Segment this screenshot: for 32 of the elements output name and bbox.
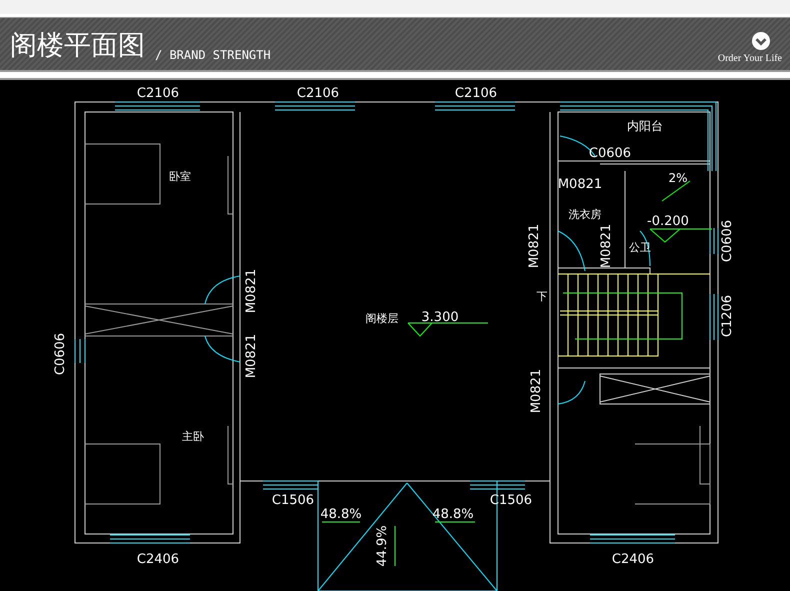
chevron-down-icon[interactable] (752, 32, 770, 50)
brand-subtitle: / BRAND STRENGTH (155, 48, 271, 62)
plan-label: M0821 (527, 224, 542, 268)
plan-label: M0821 (244, 268, 259, 314)
plan-label: 2% (668, 171, 688, 185)
plan-label: C2106 (454, 86, 498, 101)
plan-label: C0606 (720, 220, 735, 262)
plan-label: C2406 (612, 552, 654, 567)
page-title: 阁楼平面图 (10, 29, 145, 63)
plan-label: 卧室 (169, 170, 191, 183)
plan-label: -0.200 (647, 214, 689, 229)
plan-label: 48.8% (432, 507, 474, 522)
plan-label: 下 (536, 290, 548, 303)
tagline: Order Your Life (718, 53, 782, 64)
plan-label: 洗衣房 (568, 208, 602, 221)
plan-label: C1506 (272, 493, 314, 508)
plan-label: 主卧 (182, 430, 204, 443)
plan-label: C2106 (136, 86, 180, 101)
plan-label: 内阳台 (627, 119, 663, 133)
plan-label: C2406 (136, 552, 180, 567)
plan-label: M0821 (529, 368, 544, 414)
plan-label: C0606 (588, 146, 632, 161)
plan-label: M0821 (599, 224, 614, 268)
plan-label: C1206 (720, 294, 735, 338)
plan-label: C2106 (296, 86, 340, 101)
plan-label: M0821 (558, 177, 602, 192)
plan-label: 44.9% (375, 525, 390, 567)
plan-label: M0821 (244, 334, 259, 378)
plan-label: 阁楼层 (366, 312, 398, 325)
plan-label: 48.8% (320, 507, 362, 522)
plan-label: 3.300 (421, 310, 459, 325)
plan-label: C0606 (53, 332, 68, 376)
